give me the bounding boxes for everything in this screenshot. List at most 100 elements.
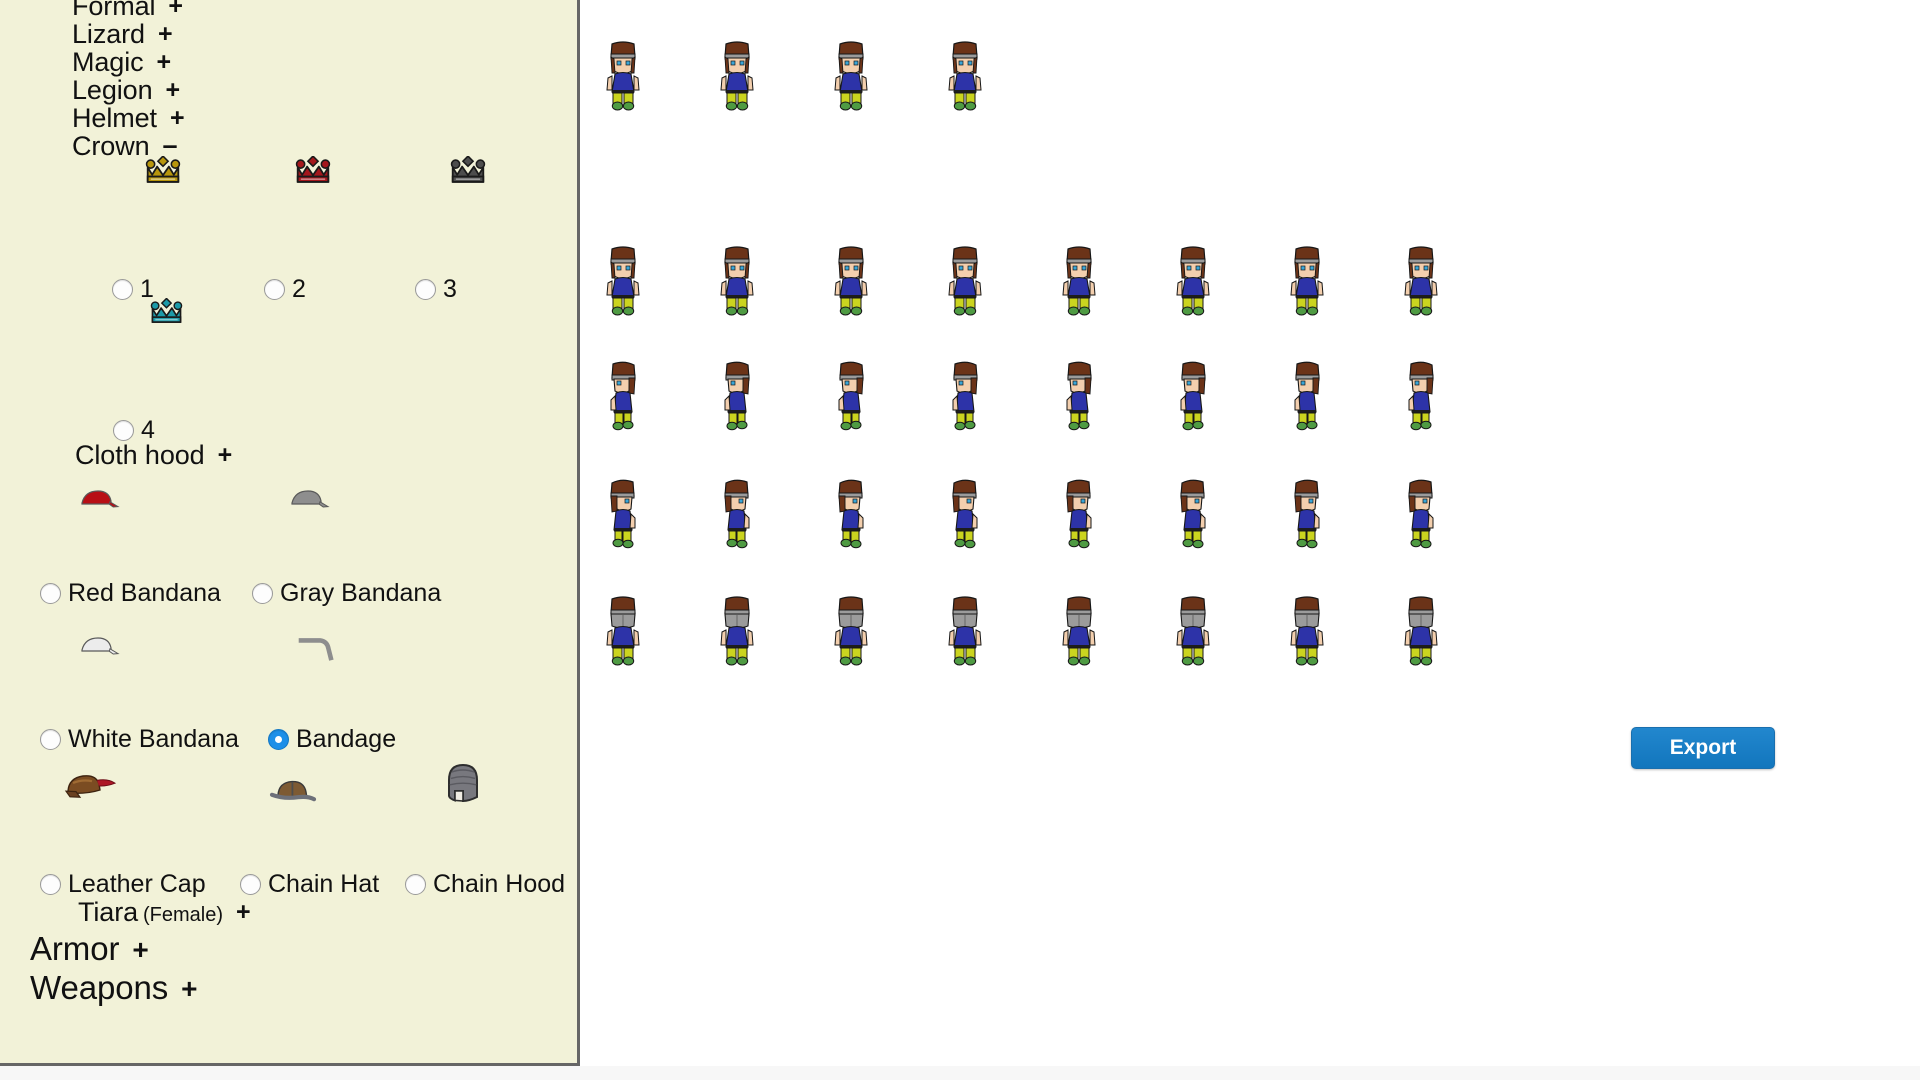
radio-white-bandana[interactable]: White Bandana [40, 725, 239, 754]
radio-button[interactable] [113, 420, 134, 441]
bandana-gray-icon[interactable] [288, 485, 332, 514]
sprite-frame [1287, 478, 1327, 555]
radio-crown-3[interactable]: 3 [415, 275, 457, 304]
tree-item-helmet[interactable]: Helmet + [0, 104, 185, 132]
radio-label: 1 [140, 275, 154, 303]
radio-label: Chain Hood [433, 870, 566, 898]
section-label: Armor [30, 930, 120, 967]
radio-crown-1[interactable]: 1 [112, 275, 154, 304]
tree-item-legion[interactable]: Legion + [0, 76, 185, 104]
sprite-frame [945, 478, 985, 555]
tree-item-tiara[interactable]: Tiara (Female) + [78, 898, 251, 929]
tree-item-magic[interactable]: Magic + [0, 48, 185, 76]
sprite-frame [717, 595, 757, 672]
expand-icon[interactable]: + [218, 443, 233, 468]
sprite-frame [1059, 595, 1099, 672]
radio-red-bandana[interactable]: Red Bandana [40, 579, 221, 608]
sprite-frame [831, 245, 871, 322]
expand-icon[interactable]: + [236, 900, 251, 925]
sprite-frame [603, 360, 643, 437]
expand-icon[interactable]: + [170, 106, 185, 131]
sprite-frame [945, 595, 985, 672]
tiara-label: Tiara [78, 897, 139, 927]
radio-chain-hood[interactable]: Chain Hood [405, 870, 565, 899]
radio-button[interactable] [240, 874, 261, 895]
leather-cap-icon[interactable] [62, 770, 120, 805]
tiara-gender-note: (Female) [143, 904, 224, 926]
sprite-frame [1059, 360, 1099, 437]
sprite-frame [831, 360, 871, 437]
sprite-frame [945, 360, 985, 437]
radio-gray-bandana[interactable]: Gray Bandana [252, 579, 441, 608]
radio-button[interactable] [268, 729, 289, 750]
page-bottom-strip [0, 1066, 1920, 1080]
bandana-red-icon[interactable] [78, 485, 122, 514]
radio-bandage[interactable]: Bandage [268, 725, 396, 754]
tree-item-armor[interactable]: Armor + [0, 929, 149, 969]
sprite-frame [603, 40, 643, 117]
radio-button[interactable] [40, 729, 61, 750]
cloth-hood-label: Cloth hood [75, 440, 205, 470]
tree-item-label: Helmet [72, 103, 157, 133]
preview-pane: Export [583, 0, 1920, 1066]
crown-red-icon[interactable] [295, 154, 331, 193]
radio-button[interactable] [405, 874, 426, 895]
sprite-frame [1401, 360, 1441, 437]
tree-item-label: Legion [72, 75, 153, 105]
radio-label: Red Bandana [68, 579, 221, 607]
crown-teal-icon[interactable] [150, 297, 183, 333]
sprite-frame [945, 40, 985, 117]
radio-leather-cap[interactable]: Leather Cap [40, 870, 206, 899]
tree-item-label: Crown [72, 131, 150, 161]
category-tree: Formal + Lizard + Magic + Legion + Helmet + Crown – [0, 0, 185, 160]
radio-crown-2[interactable]: 2 [264, 275, 306, 304]
sprite-generator-page: Formal + Lizard + Magic + Legion + Helmet + Crown –… [0, 0, 1920, 1080]
sprite-frame [1059, 478, 1099, 555]
radio-chain-hat[interactable]: Chain Hat [240, 870, 379, 899]
sprite-frame [831, 40, 871, 117]
expand-icon[interactable]: + [168, 0, 183, 19]
crown-black-icon[interactable] [450, 154, 486, 193]
expand-icon[interactable]: + [158, 22, 173, 47]
tree-item-lizard[interactable]: Lizard + [0, 20, 185, 48]
radio-label: 3 [443, 275, 457, 303]
radio-label: White Bandana [68, 725, 239, 753]
chain-hood-icon[interactable] [443, 760, 483, 811]
sprite-frame [717, 40, 757, 117]
radio-button[interactable] [264, 279, 285, 300]
export-button[interactable]: Export [1631, 727, 1775, 769]
sprite-frame [1401, 478, 1441, 555]
sprite-frame [717, 360, 757, 437]
radio-button[interactable] [252, 583, 273, 604]
sprite-frame [831, 478, 871, 555]
sprite-frame [1173, 245, 1213, 322]
sprite-frame [945, 245, 985, 322]
tree-item-cloth-hood[interactable]: Cloth hood + [75, 441, 232, 469]
sprite-frame [1401, 595, 1441, 672]
bandana-white-icon[interactable] [78, 632, 122, 661]
expand-icon[interactable]: + [181, 975, 197, 1003]
sprite-frame [603, 478, 643, 555]
tree-item-formal[interactable]: Formal + [0, 0, 185, 20]
radio-label: 2 [292, 275, 306, 303]
sprite-frame [1287, 595, 1327, 672]
collapse-icon[interactable]: – [163, 132, 178, 159]
radio-label: Bandage [296, 725, 397, 753]
expand-icon[interactable]: + [165, 78, 180, 103]
radio-button[interactable] [40, 583, 61, 604]
tree-item-weapons[interactable]: Weapons + [0, 968, 197, 1008]
sprite-frame [1059, 245, 1099, 322]
radio-label: Chain Hat [268, 870, 380, 898]
chain-hat-icon[interactable] [268, 776, 318, 809]
radio-button[interactable] [40, 874, 61, 895]
expand-icon[interactable]: + [157, 50, 172, 75]
expand-icon[interactable]: + [132, 936, 148, 964]
bandage-icon[interactable] [298, 636, 338, 667]
radio-button[interactable] [112, 279, 133, 300]
sprite-frame [603, 245, 643, 322]
crown-gold-icon[interactable] [145, 154, 181, 193]
options-sidebar: Formal + Lizard + Magic + Legion + Helmet + Crown –… [0, 0, 580, 1066]
radio-button[interactable] [415, 279, 436, 300]
tree-item-label: Magic [72, 47, 144, 77]
tree-item-label: Formal [72, 0, 156, 21]
